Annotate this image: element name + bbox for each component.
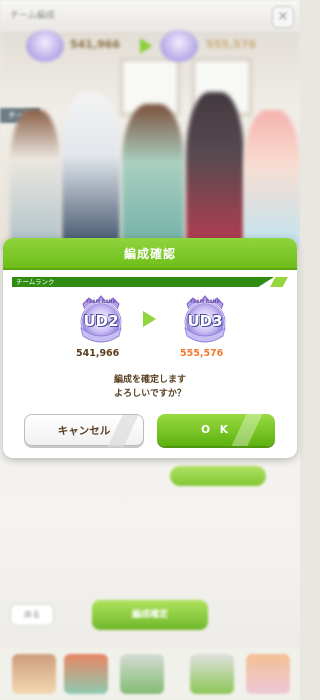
rank-from-emblem: TEAM RANK UD2	[75, 294, 127, 346]
section-bar: チームランク	[12, 277, 288, 287]
button-shine	[231, 414, 263, 446]
dialog-header: 編成確認	[3, 238, 297, 270]
rank-to-emblem: TEAM RANK UD3	[179, 294, 231, 346]
ok-label: O K	[201, 424, 231, 436]
rank-code: UD3	[187, 312, 223, 330]
message-line: よろしいですか？	[114, 389, 186, 399]
section-stripe	[270, 277, 288, 287]
section-label: チームランク	[12, 277, 274, 287]
rank-from-score: 541,966	[76, 348, 120, 359]
rank-to-score: 555,576	[180, 348, 224, 359]
rank-badge-text: TEAM RANK	[86, 300, 116, 305]
rank-badge-text: TEAM RANK	[190, 300, 220, 305]
cancel-label: キャンセル	[57, 425, 111, 437]
rank-code: UD2	[83, 312, 119, 330]
button-shine	[107, 415, 139, 447]
dialog-title: 編成確認	[123, 247, 176, 261]
arrow-right-icon	[143, 311, 156, 327]
message-line: 編成を確定します	[113, 375, 186, 385]
confirm-dialog: 編成確認 チームランク TEAM RANK UD2 TEAM RANK UD3 …	[3, 238, 297, 458]
ok-button[interactable]: O K	[157, 414, 275, 446]
cancel-button[interactable]: キャンセル	[24, 414, 144, 447]
confirm-message: 編成を確定します よろしいですか？	[3, 373, 297, 401]
